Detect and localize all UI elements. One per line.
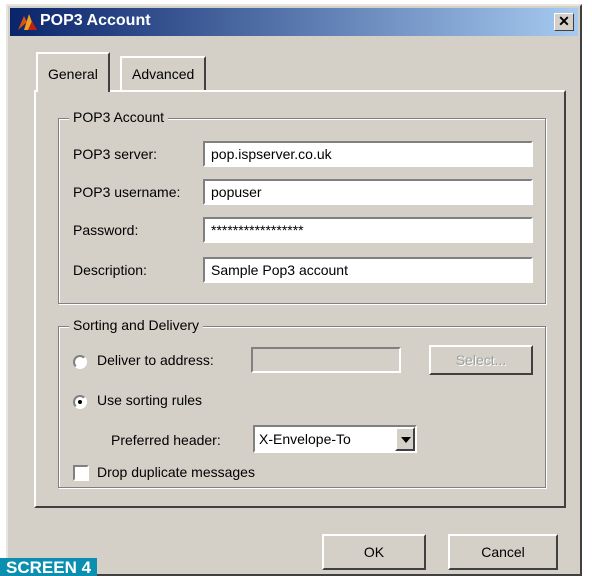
select-button[interactable]: Select...: [429, 345, 533, 375]
preferred-header-label: Preferred header:: [111, 432, 221, 448]
tab-general-label: General: [48, 66, 98, 82]
cancel-button[interactable]: Cancel: [448, 534, 558, 570]
title-bar[interactable]: POP3 Account ✕: [10, 8, 578, 36]
tab-advanced-label: Advanced: [132, 66, 195, 82]
deliver-to-address-radio[interactable]: [73, 355, 87, 369]
general-tab-panel: POP3 Account POP3 server: pop.ispserver.…: [34, 90, 566, 508]
description-input[interactable]: Sample Pop3 account: [203, 257, 533, 283]
preferred-header-value: X-Envelope-To: [259, 431, 351, 447]
cancel-button-label: Cancel: [481, 544, 525, 560]
ok-button-label: OK: [363, 544, 385, 560]
tab-general[interactable]: General: [36, 52, 110, 92]
ok-button[interactable]: OK: [322, 534, 426, 570]
pop3-server-label: POP3 server:: [73, 146, 158, 162]
sorting-delivery-group: Sorting and Delivery Deliver to address:…: [58, 317, 546, 488]
pop3-username-input[interactable]: popuser: [203, 179, 533, 205]
pop3-account-dialog: POP3 Account ✕ General Advanced POP3 Acc…: [6, 4, 582, 576]
select-button-label: Select...: [455, 352, 507, 368]
deliver-to-address-label[interactable]: Deliver to address:: [97, 352, 214, 368]
pop3-server-input[interactable]: pop.ispserver.co.uk: [203, 141, 533, 167]
password-input[interactable]: *****************: [203, 217, 533, 243]
description-label: Description:: [73, 262, 147, 278]
close-button[interactable]: ✕: [554, 13, 574, 31]
tab-advanced[interactable]: Advanced: [120, 56, 207, 90]
pop3-account-group: POP3 Account POP3 server: pop.ispserver.…: [58, 109, 546, 304]
password-label: Password:: [73, 222, 139, 238]
close-icon: ✕: [558, 13, 570, 29]
preferred-header-dropdown[interactable]: X-Envelope-To: [253, 425, 417, 453]
chevron-down-icon[interactable]: [395, 427, 415, 451]
pop3-username-label: POP3 username:: [73, 184, 181, 200]
pop3-account-group-label: POP3 Account: [69, 109, 169, 125]
screen-caption: SCREEN 4: [0, 558, 98, 576]
deliver-to-address-input[interactable]: [251, 347, 401, 373]
use-sorting-rules-radio[interactable]: [73, 395, 87, 409]
sorting-delivery-group-label: Sorting and Delivery: [69, 317, 204, 333]
drop-duplicates-label[interactable]: Drop duplicate messages: [97, 464, 255, 480]
drop-duplicates-checkbox[interactable]: [73, 465, 89, 481]
app-icon: [18, 14, 37, 30]
window-title: POP3 Account: [40, 12, 151, 29]
use-sorting-rules-label[interactable]: Use sorting rules: [97, 392, 202, 408]
